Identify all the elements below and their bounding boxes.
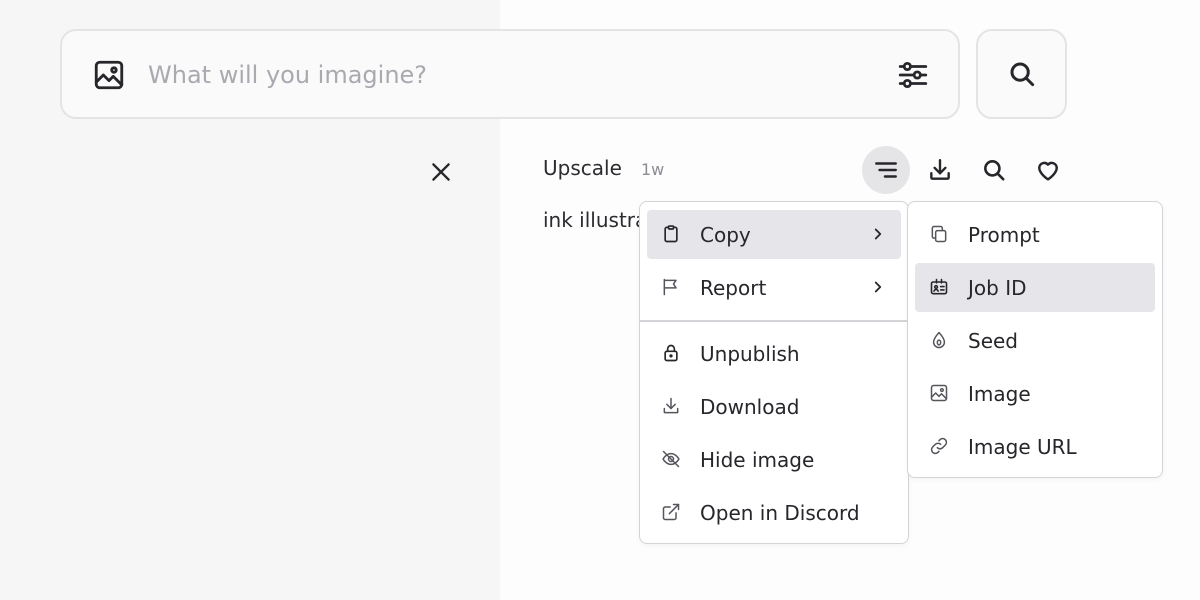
download-button[interactable] — [916, 146, 964, 194]
search-button[interactable] — [976, 29, 1067, 119]
job-type-label: Upscale — [543, 156, 622, 180]
job-age-label: 1w — [641, 160, 665, 179]
menu-item-label: Unpublish — [700, 341, 800, 366]
menu-item-label: Report — [700, 275, 767, 300]
id-card-icon — [929, 277, 949, 297]
menu-item-open-in-discord[interactable]: Open in Discord — [647, 488, 901, 537]
submenu-item-image[interactable]: Image — [915, 369, 1155, 418]
image-icon — [929, 383, 949, 403]
lock-icon — [661, 343, 681, 363]
close-icon[interactable] — [428, 159, 454, 185]
download-icon — [927, 157, 953, 183]
menu-item-label: Image URL — [968, 434, 1077, 459]
menu-item-unpublish[interactable]: Unpublish — [647, 329, 901, 378]
external-link-icon — [661, 502, 681, 522]
settings-sliders-icon[interactable] — [896, 58, 930, 92]
chevron-right-icon — [869, 225, 887, 243]
menu-item-label: Download — [700, 394, 800, 419]
menu-item-label: Hide image — [700, 447, 815, 472]
menu-item-label: Prompt — [968, 222, 1040, 247]
menu-item-label: Image — [968, 381, 1031, 406]
eye-off-icon — [661, 449, 681, 469]
copy-submenu: Prompt Job ID Seed Image Image URL — [907, 201, 1163, 478]
options-context-menu: Copy Report Unpublish Download Hide imag… — [639, 201, 909, 544]
menu-item-report[interactable]: Report — [647, 263, 901, 312]
seed-icon — [929, 330, 949, 350]
copy-icon — [929, 224, 949, 244]
menu-item-copy[interactable]: Copy — [647, 210, 901, 259]
menu-lines-icon — [873, 157, 899, 183]
menu-item-hide-image[interactable]: Hide image — [647, 435, 901, 484]
submenu-item-seed[interactable]: Seed — [915, 316, 1155, 365]
menu-item-label: Seed — [968, 328, 1018, 353]
clipboard-icon — [661, 224, 681, 244]
menu-item-label: Copy — [700, 222, 751, 247]
download-icon — [661, 396, 681, 416]
chevron-right-icon — [869, 278, 887, 296]
search-similar-button[interactable] — [970, 146, 1018, 194]
submenu-item-prompt[interactable]: Prompt — [915, 210, 1155, 259]
menu-item-download[interactable]: Download — [647, 382, 901, 431]
search-icon — [1007, 59, 1037, 89]
prompt-input[interactable] — [148, 55, 848, 95]
link-icon — [929, 436, 949, 456]
search-icon — [981, 157, 1007, 183]
job-prompt-text[interactable]: ink illustra — [543, 208, 643, 232]
submenu-item-job-id[interactable]: Job ID — [915, 263, 1155, 312]
submenu-item-image-url[interactable]: Image URL — [915, 422, 1155, 471]
flag-icon — [661, 277, 681, 297]
menu-item-label: Job ID — [968, 275, 1027, 300]
prompt-search-bar[interactable] — [60, 29, 960, 119]
like-button[interactable] — [1024, 146, 1072, 194]
menu-divider — [640, 320, 908, 322]
options-menu-button[interactable] — [862, 146, 910, 194]
heart-icon — [1034, 156, 1062, 184]
image-icon[interactable] — [92, 58, 126, 92]
menu-item-label: Open in Discord — [700, 500, 860, 525]
